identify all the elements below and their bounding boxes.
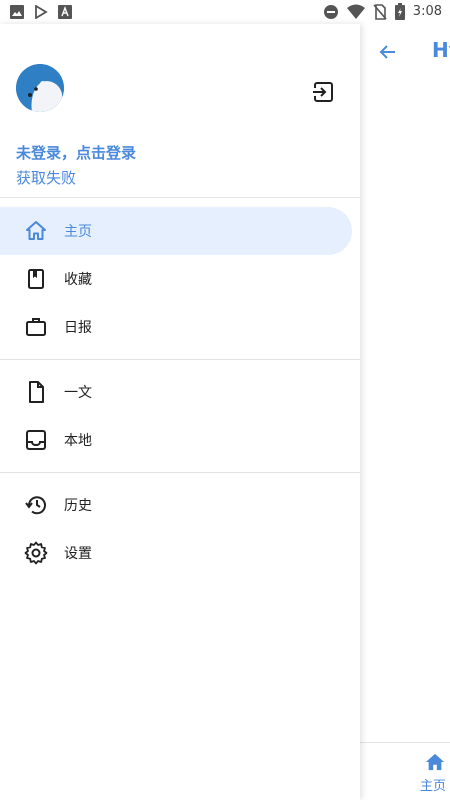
status-time: 3:08 xyxy=(412,4,442,19)
divider xyxy=(0,472,360,473)
document-icon xyxy=(29,381,44,403)
play-store-icon xyxy=(35,5,48,19)
gear-icon xyxy=(24,541,48,565)
nav-item-label: 本地 xyxy=(64,433,92,449)
nav-item-history[interactable]: 历史 xyxy=(0,481,352,529)
font-icon xyxy=(58,5,72,19)
nav-item-favorites[interactable]: 收藏 xyxy=(0,255,352,303)
bookmark-book-icon xyxy=(28,269,44,289)
battery-icon xyxy=(394,3,405,20)
history-icon xyxy=(25,496,46,515)
nav-item-local[interactable]: 本地 xyxy=(0,416,352,464)
briefcase-icon xyxy=(26,318,46,336)
background-app-screen xyxy=(360,24,450,800)
background-app-title: Hy xyxy=(432,38,450,62)
no-sim-icon xyxy=(373,3,387,20)
image-icon xyxy=(10,5,24,19)
back-arrow-icon[interactable] xyxy=(378,42,398,62)
home-icon[interactable] xyxy=(424,752,446,772)
status-bar: 3:08 xyxy=(0,0,450,24)
status-text: 获取失败 xyxy=(16,169,77,187)
do-not-disturb-icon xyxy=(323,4,338,19)
navigation-drawer: 未登录，点击登录 获取失败 主页 收藏 日报 一文 本地 历史 设置 xyxy=(0,24,360,800)
login-prompt[interactable]: 未登录，点击登录 xyxy=(16,142,136,163)
nav-item-settings[interactable]: 设置 xyxy=(0,529,352,577)
nav-item-label: 主页 xyxy=(64,224,92,240)
divider xyxy=(0,197,360,198)
nav-item-label: 日报 xyxy=(64,320,92,336)
divider xyxy=(0,359,360,360)
wifi-icon xyxy=(346,4,365,19)
bottom-nav-divider xyxy=(360,742,450,743)
nav-item-label: 历史 xyxy=(64,498,92,514)
logout-icon[interactable] xyxy=(311,80,335,104)
nav-item-label: 一文 xyxy=(64,385,92,401)
avatar[interactable] xyxy=(16,64,64,112)
nav-item-daily[interactable]: 日报 xyxy=(0,303,352,351)
polar-bear-avatar-icon xyxy=(16,64,64,112)
nav-item-home[interactable]: 主页 xyxy=(0,207,352,255)
inbox-icon xyxy=(26,430,46,450)
home-icon xyxy=(26,221,46,240)
bottom-nav-home-label[interactable]: 主页 xyxy=(420,775,446,794)
nav-item-label: 设置 xyxy=(64,546,92,562)
nav-item-one-article[interactable]: 一文 xyxy=(0,368,352,416)
nav-item-label: 收藏 xyxy=(64,272,92,288)
